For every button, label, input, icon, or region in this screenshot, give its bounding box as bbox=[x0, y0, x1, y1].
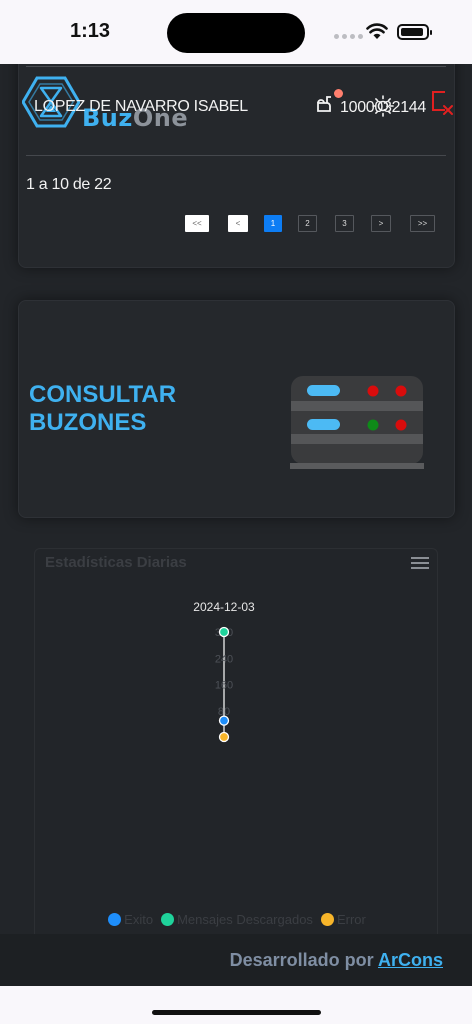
pagination-info: 1 a 10 de 22 bbox=[26, 176, 112, 193]
daily-stats-chart: Estadísticas Diarias 0801602403202024-12… bbox=[34, 548, 438, 986]
legend-label: Exito bbox=[124, 912, 154, 927]
consult-mailboxes-card[interactable]: CONSULTAR BUZONES bbox=[18, 300, 455, 518]
footer: Desarrollado por ArCons bbox=[0, 934, 472, 986]
dynamic-island bbox=[167, 13, 305, 53]
data-point-mensajes-descargados bbox=[218, 626, 230, 638]
page-1-button[interactable]: 1 bbox=[264, 215, 282, 232]
legend-item[interactable]: Mensajes Descargados bbox=[161, 912, 313, 927]
sun-icon[interactable] bbox=[372, 95, 394, 117]
wifi-icon bbox=[366, 23, 388, 39]
page-2-button[interactable]: 2 bbox=[298, 215, 317, 232]
footer-credit: Desarrollado por ArCons bbox=[229, 950, 443, 970]
server-icon bbox=[290, 376, 424, 469]
chart-legend: Exito Mensajes Descargados Error bbox=[35, 912, 439, 927]
home-indicator-area bbox=[0, 986, 472, 1024]
home-indicator[interactable] bbox=[152, 1010, 321, 1015]
chart-plot: 0801602403202024-12-03 bbox=[193, 600, 255, 744]
battery-icon bbox=[397, 24, 432, 40]
legend-item[interactable]: Exito bbox=[108, 912, 153, 927]
y-tick-label: 160 bbox=[215, 680, 233, 692]
cellular-signal-icon bbox=[334, 34, 363, 39]
app-screen: BuzOne LOPEZ DE NAVARRO ISABEL 100003214… bbox=[0, 64, 472, 986]
legend-marker bbox=[108, 913, 122, 926]
legend-label: Mensajes Descargados bbox=[177, 912, 313, 927]
logout-icon[interactable] bbox=[430, 90, 456, 116]
pagination: << < 1 2 3 > >> bbox=[185, 215, 435, 233]
app-header: BuzOne LOPEZ DE NAVARRO ISABEL 100003214… bbox=[0, 64, 472, 154]
legend-item[interactable]: Error bbox=[320, 912, 366, 927]
status-time: 1:13 bbox=[70, 20, 111, 42]
divider bbox=[26, 155, 446, 156]
notification-badge bbox=[334, 89, 343, 98]
status-bar: 1:13 bbox=[0, 0, 472, 64]
page-last-button[interactable]: >> bbox=[410, 215, 435, 232]
page-3-button[interactable]: 3 bbox=[335, 215, 354, 232]
mailbox-icon[interactable] bbox=[315, 94, 335, 114]
legend-label: Error bbox=[336, 912, 366, 927]
x-tick-label: 2024-12-03 bbox=[193, 600, 255, 614]
data-point-exito bbox=[218, 715, 230, 726]
page-first-button[interactable]: << bbox=[185, 215, 209, 232]
user-name: LOPEZ DE NAVARRO ISABEL bbox=[34, 98, 248, 115]
page-prev-button[interactable]: < bbox=[228, 215, 248, 232]
y-tick-label: 240 bbox=[215, 653, 233, 665]
arcons-link[interactable]: ArCons bbox=[378, 950, 443, 970]
data-point-error bbox=[218, 731, 230, 743]
legend-marker bbox=[320, 913, 334, 926]
consult-title: CONSULTAR BUZONES bbox=[29, 381, 177, 436]
page-next-button[interactable]: > bbox=[371, 215, 391, 232]
legend-marker bbox=[161, 913, 175, 926]
